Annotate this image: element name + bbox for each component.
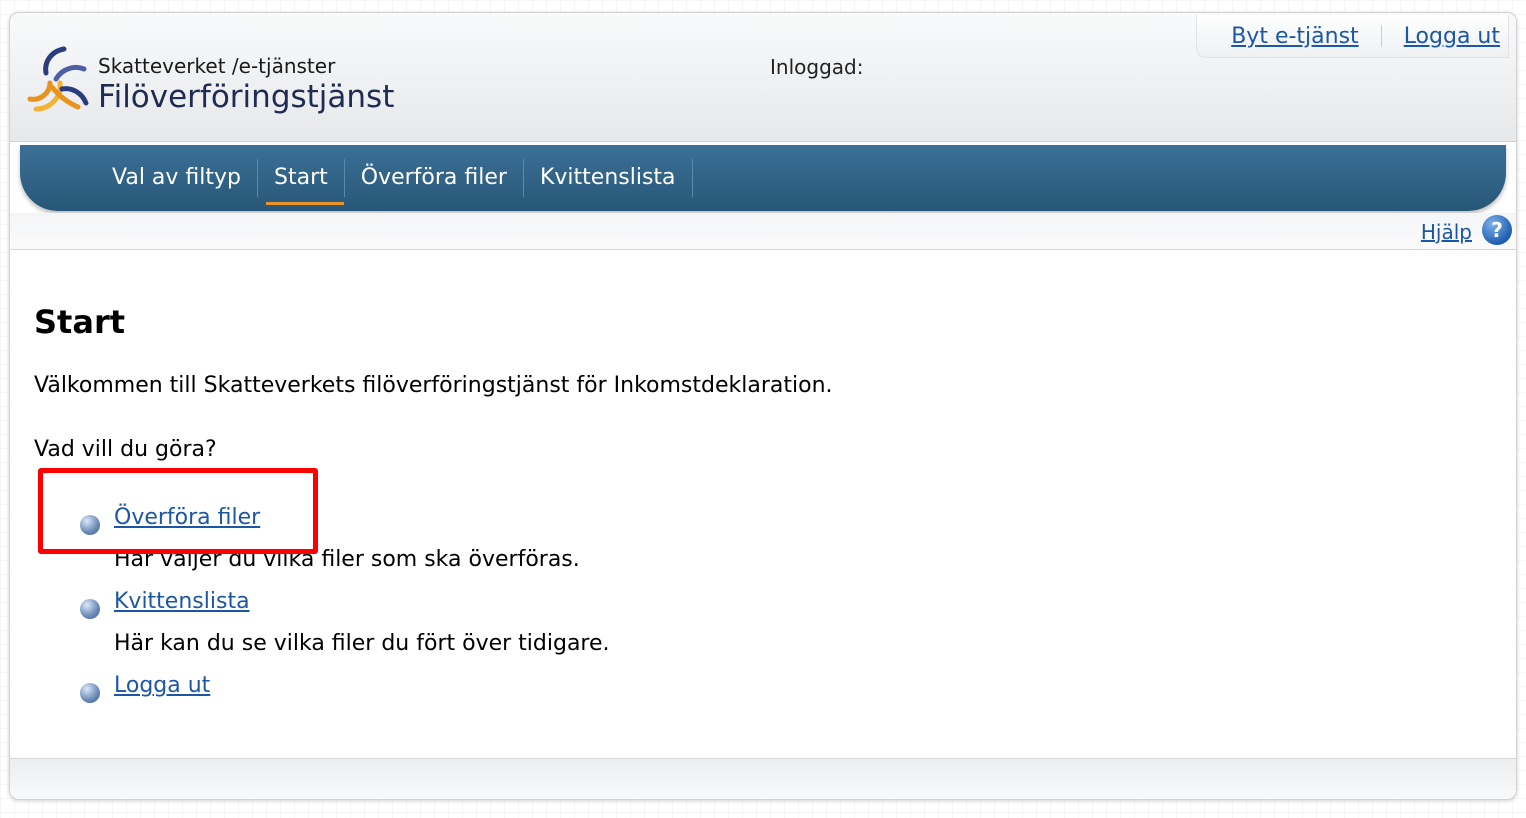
help-bar: Hjälp ? <box>10 213 1516 250</box>
annotation-highlight-box <box>38 468 318 554</box>
skatteverket-logo <box>27 46 89 112</box>
footer-bar <box>10 758 1516 799</box>
service-name: Filöverföringstjänst <box>98 79 395 115</box>
top-links: Byt e-tjänst Logga ut <box>1196 15 1509 58</box>
nav-item-receipt-list[interactable]: Kvittenslista <box>524 159 693 197</box>
help-link[interactable]: Hjälp <box>1421 220 1472 244</box>
option-description: Här kan du se vilka filer du fört över t… <box>114 631 610 656</box>
switch-service-link[interactable]: Byt e-tjänst <box>1231 24 1358 49</box>
nav-item-start[interactable]: Start <box>258 159 345 205</box>
org-name: Skatteverket /e-tjänster <box>98 54 336 78</box>
header: Skatteverket /e-tjänster Filöverföringst… <box>10 13 1516 142</box>
question-text: Vad vill du göra? <box>34 437 217 462</box>
nav-item-file-type[interactable]: Val av filtyp <box>96 159 259 197</box>
main-content: Start Välkommen till Skatteverkets filöv… <box>34 303 1474 703</box>
main-nav: Val av filtyp Start Överföra filer Kvitt… <box>20 145 1506 211</box>
receipt-list-link[interactable]: Kvittenslista <box>114 589 250 614</box>
page-title: Start <box>34 303 126 341</box>
bullet-icon <box>80 599 100 619</box>
nav-item-transfer-files[interactable]: Överföra filer <box>345 159 524 197</box>
page-frame: Skatteverket /e-tjänster Filöverföringst… <box>9 12 1517 800</box>
logout-link[interactable]: Logga ut <box>1404 24 1500 49</box>
bullet-icon <box>80 683 100 703</box>
help-question-icon[interactable]: ? <box>1482 215 1512 245</box>
logout-option-link[interactable]: Logga ut <box>114 673 210 698</box>
logged-in-label: Inloggad: <box>770 55 864 79</box>
divider <box>1380 25 1382 47</box>
welcome-text: Välkommen till Skatteverkets filöverföri… <box>34 373 833 398</box>
